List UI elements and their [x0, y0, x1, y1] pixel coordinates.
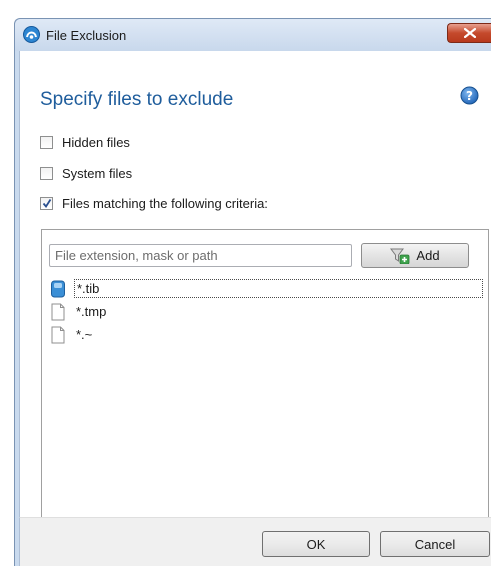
criteria-list: *.tib *.tmp *.~ — [50, 277, 486, 346]
matching-criteria-label: Files matching the following criteria: — [62, 196, 268, 211]
close-icon — [464, 28, 476, 38]
matching-criteria-option[interactable]: Files matching the following criteria: — [40, 196, 268, 211]
add-button[interactable]: Add — [361, 243, 469, 268]
close-button[interactable] — [447, 23, 491, 43]
list-item-label: *.~ — [76, 327, 93, 342]
svg-text:?: ? — [466, 89, 473, 103]
list-item[interactable]: *.tmp — [50, 300, 486, 323]
file-icon — [51, 326, 65, 343]
title-bar[interactable]: File Exclusion — [15, 19, 491, 51]
criteria-input[interactable] — [49, 244, 352, 267]
system-files-option[interactable]: System files — [40, 166, 132, 181]
help-icon[interactable]: ? — [460, 86, 479, 105]
ok-button[interactable]: OK — [262, 531, 370, 557]
list-item-label: *.tmp — [76, 304, 107, 319]
hidden-files-checkbox[interactable] — [40, 136, 53, 149]
hidden-files-label: Hidden files — [62, 135, 130, 150]
acronis-app-icon — [23, 26, 40, 43]
checkmark-icon — [42, 199, 52, 209]
system-files-checkbox[interactable] — [40, 167, 53, 180]
dialog-footer: OK Cancel — [19, 517, 491, 566]
tib-archive-icon — [51, 280, 65, 297]
page-title: Specify files to exclude — [40, 89, 234, 110]
list-item-label: *.tib — [74, 279, 483, 298]
matching-criteria-checkbox[interactable] — [40, 197, 53, 210]
filter-add-icon — [390, 248, 410, 264]
file-icon — [51, 303, 65, 320]
system-files-label: System files — [62, 166, 133, 181]
list-item[interactable]: *.~ — [50, 323, 486, 346]
list-item[interactable]: *.tib — [50, 277, 486, 300]
add-button-label: Add — [416, 248, 440, 263]
dialog-content: Specify files to exclude ? Hidden files … — [19, 51, 491, 566]
hidden-files-option[interactable]: Hidden files — [40, 135, 130, 150]
window-title: File Exclusion — [46, 28, 127, 43]
criteria-panel: Add *.tib *.tmp — [41, 229, 489, 518]
file-exclusion-dialog: File Exclusion Specify files to exclude … — [14, 18, 491, 566]
cancel-button[interactable]: Cancel — [380, 531, 490, 557]
